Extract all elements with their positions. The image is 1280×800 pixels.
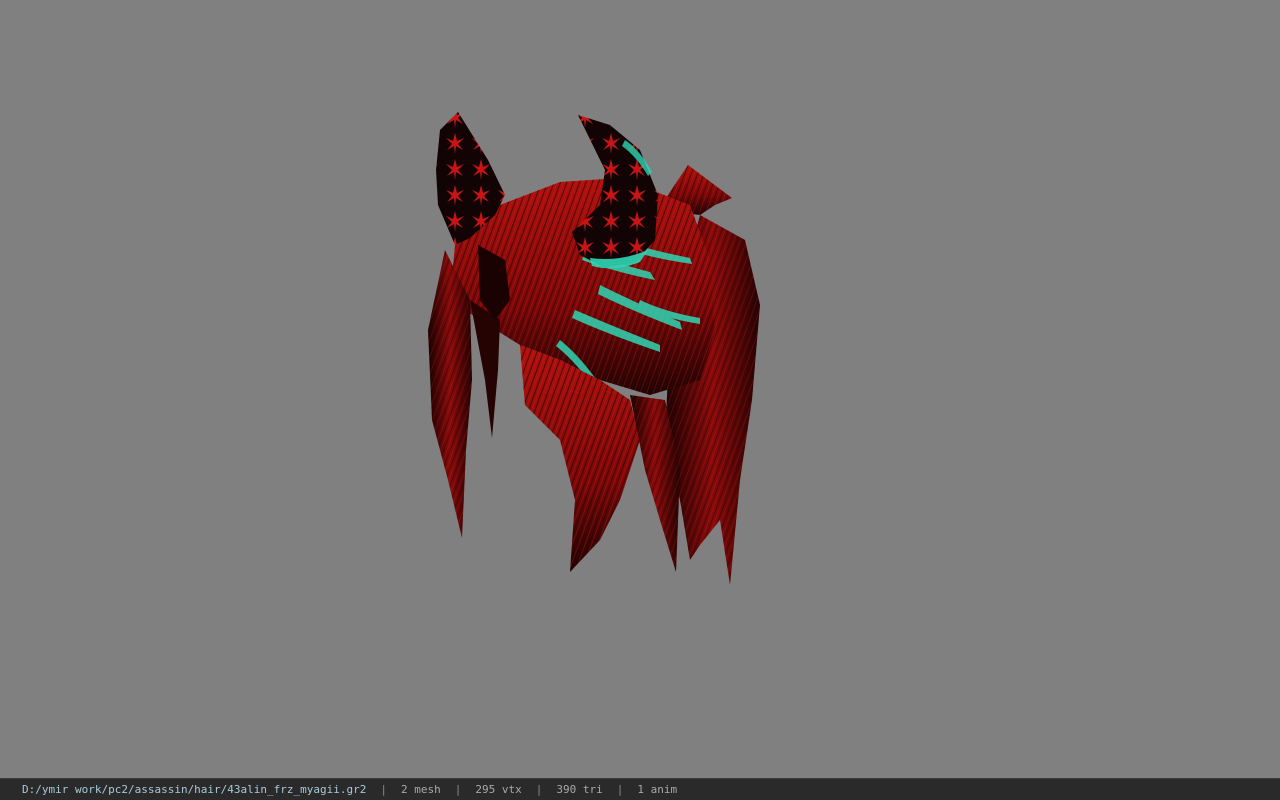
- 3d-viewport[interactable]: [0, 0, 1280, 778]
- status-bar: D:/ymir work/pc2/assassin/hair/43alin_fr…: [0, 778, 1280, 800]
- file-path: D:/ymir work/pc2/assassin/hair/43alin_fr…: [22, 783, 367, 796]
- vertex-count: 295 vtx: [475, 783, 522, 796]
- triangle-count: 390 tri: [556, 783, 603, 796]
- status-separator: |: [616, 783, 624, 796]
- mesh-count: 2 mesh: [401, 783, 441, 796]
- status-separator: |: [454, 783, 462, 796]
- status-separator: |: [535, 783, 543, 796]
- hair-model-render: [428, 112, 760, 585]
- status-separator: |: [380, 783, 387, 796]
- anim-count: 1 anim: [637, 783, 678, 796]
